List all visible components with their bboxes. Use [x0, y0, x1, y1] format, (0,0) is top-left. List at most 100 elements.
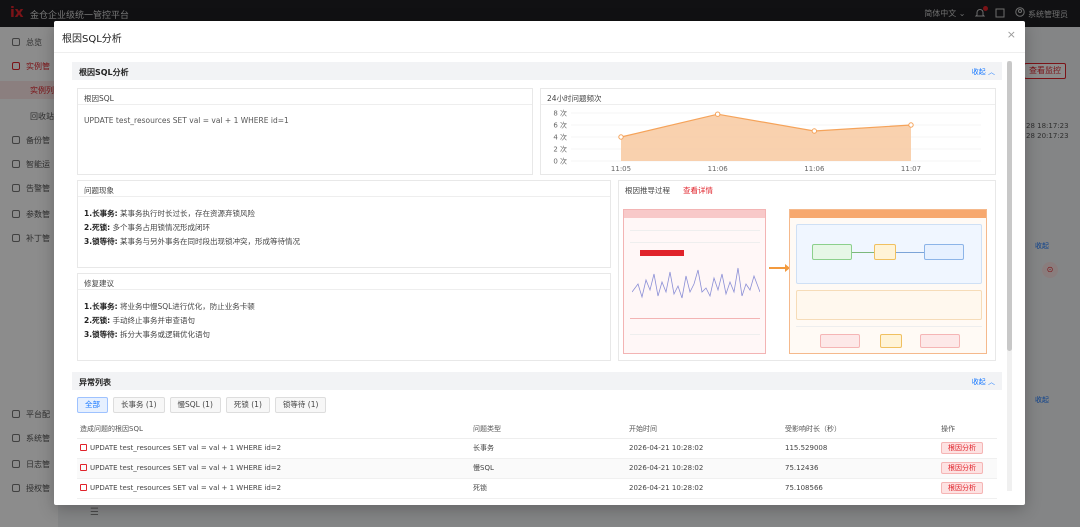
table-row: UPDATE test_resources SET val = val + 1 …: [77, 478, 997, 499]
duration-cell: 115.529008: [782, 438, 938, 459]
y-tick-label: 0 次: [553, 157, 567, 166]
section-title: 根因SQL分析: [79, 68, 129, 77]
start-time-cell: 2026-04-21 10:28:02: [626, 458, 782, 479]
list-item: 1.长事务: 某事务执行时长过长，存在资源弃锁风险: [84, 209, 255, 218]
panel-header: 问题现象: [78, 181, 610, 197]
tab-slow-sql[interactable]: 慢SQL (1): [169, 397, 221, 413]
section-title: 异常列表: [79, 378, 111, 387]
tab-long-transaction[interactable]: 长事务 (1): [113, 397, 165, 413]
derivation-diagram[interactable]: [623, 209, 993, 359]
anomaly-section: 异常列表 收起 ︿ 全部 长事务 (1) 慢SQL (1) 死锁 (1) 锁等待…: [72, 372, 1002, 505]
root-cause-section: 根因SQL分析 收起 ︿ 根因SQL UPDATE test_resources…: [72, 62, 1002, 362]
collapse-link[interactable]: 收起 ︿: [972, 377, 995, 387]
panel-title: 问题现象: [84, 186, 114, 195]
diagram-edge: [896, 252, 924, 253]
filter-tabs: 全部 长事务 (1) 慢SQL (1) 死锁 (1) 锁等待 (1): [77, 397, 327, 413]
action-cell: 根因分析: [938, 458, 997, 479]
column-header: 造成问题的根因SQL: [77, 421, 470, 439]
scrollbar-thumb[interactable]: [1007, 61, 1012, 351]
table-row: UPDATE test_resources SET val = val + 1 …: [77, 438, 997, 459]
tab-lock-wait[interactable]: 锁等待 (1): [274, 397, 327, 413]
diagram-line: [630, 334, 760, 335]
diagram-node: [924, 244, 964, 260]
panel-title: 24小时问题频次: [547, 94, 602, 103]
root-sql-panel: 根因SQL UPDATE test_resources SET val = va…: [77, 88, 533, 175]
diagram-red-tag: [640, 250, 684, 256]
y-tick-label: 4 次: [553, 133, 567, 142]
diagram-line: [630, 242, 760, 243]
copy-icon[interactable]: [80, 444, 87, 451]
action-cell: 根因分析: [938, 478, 997, 499]
view-details-link[interactable]: 查看详情: [683, 185, 713, 196]
chart-point: [618, 134, 624, 140]
tab-deadlock[interactable]: 死锁 (1): [225, 397, 270, 413]
diagram-arrow: [769, 264, 790, 272]
sql-cell: UPDATE test_resources SET val = val + 1 …: [77, 438, 470, 459]
chart-area: [621, 114, 911, 161]
collapse-link[interactable]: 收起 ︿: [972, 67, 995, 77]
panel-header: 根因SQL: [78, 89, 532, 105]
modal-header: 根因SQL分析 ×: [54, 21, 1025, 53]
start-time-cell: 2026-04-21 10:28:02: [626, 478, 782, 499]
diagram-box-header: [790, 210, 986, 218]
root-cause-analysis-button[interactable]: 根因分析: [941, 482, 983, 494]
phenomenon-list: 1.长事务: 某事务执行时长过长，存在资源弃锁风险 2.死锁: 多个事务占用锁情…: [84, 207, 300, 249]
x-tick-label: 11:06: [708, 165, 729, 173]
table-header-row: 造成问题的根因SQL 问题类型 开始时间 受影响时长（秒） 操作: [77, 421, 997, 439]
x-tick-label: 11:06: [804, 165, 825, 173]
y-tick-label: 8 次: [553, 109, 567, 118]
diagram-node: [812, 244, 852, 260]
diagram-info-area: [796, 290, 982, 320]
root-cause-analysis-button[interactable]: 根因分析: [941, 442, 983, 454]
x-tick-label: 11:07: [901, 165, 921, 173]
type-cell: 长事务: [470, 438, 626, 459]
table-row: UPDATE test_resources SET val = val + 1 …: [77, 458, 997, 479]
section-header: 根因SQL分析 收起 ︿: [72, 62, 1002, 80]
chart-point: [908, 122, 914, 128]
y-tick-label: 6 次: [553, 121, 567, 130]
list-item: 2.死锁: 多个事务占用锁情况形成闭环: [84, 223, 210, 232]
modal-title: 根因SQL分析: [62, 34, 122, 45]
panel-title: 根因推导过程: [625, 186, 670, 195]
frequency-panel: 24小时问题频次 0 次 2 次 4 次 6 次 8 次 11:05 11:06 11:06 1…: [540, 88, 996, 175]
column-header: 问题类型: [470, 421, 626, 439]
diagram-node: [880, 334, 902, 348]
duration-cell: 75.12436: [782, 458, 938, 479]
list-item: 3.锁等待: 拆分大事务或逻辑优化语句: [84, 330, 210, 339]
sql-text: UPDATE test_resources SET val = val + 1 …: [90, 444, 282, 452]
frequency-chart: 0 次 2 次 4 次 6 次 8 次 11:05 11:06 11:06 11:07: [553, 109, 981, 173]
diagram-line: [630, 230, 760, 231]
root-sql-text: UPDATE test_resources SET val = val + 1 …: [84, 116, 289, 125]
type-cell: 死锁: [470, 478, 626, 499]
phenomenon-panel: 问题现象 1.长事务: 某事务执行时长过长，存在资源弃锁风险 2.死锁: 多个事…: [77, 180, 611, 268]
close-icon[interactable]: ×: [1007, 28, 1016, 41]
anomaly-table: 造成问题的根因SQL 问题类型 开始时间 受影响时长（秒） 操作 UPDATE …: [77, 421, 997, 499]
list-item: 2.死锁: 手动终止事务并审查语句: [84, 316, 195, 325]
copy-icon[interactable]: [80, 484, 87, 491]
panel-header: 修复建议: [78, 274, 610, 290]
fix-suggestion-panel: 修复建议 1.长事务: 将业务中慢SQL进行优化，防止业务卡顿 2.死锁: 手动…: [77, 273, 611, 361]
tab-all[interactable]: 全部: [77, 397, 108, 413]
sql-cell: UPDATE test_resources SET val = val + 1 …: [77, 478, 470, 499]
diagram-box-header: [624, 210, 765, 218]
start-time-cell: 2026-04-21 10:28:02: [626, 438, 782, 459]
list-item: 3.锁等待: 某事务与另外事务在同时段出现锁冲突，形成等待情况: [84, 237, 300, 246]
sql-text: UPDATE test_resources SET val = val + 1 …: [90, 464, 282, 472]
diagram-stage-box: [623, 209, 766, 354]
diagram-node: [820, 334, 860, 348]
derivation-panel: 根因推导过程 查看详情: [618, 180, 996, 361]
section-header: 异常列表 收起 ︿: [72, 372, 1002, 390]
diagram-sparkline: [632, 267, 760, 299]
fix-list: 1.长事务: 将业务中慢SQL进行优化，防止业务卡顿 2.死锁: 手动终止事务并…: [84, 300, 255, 342]
diagram-stage-box: [789, 209, 987, 354]
chart-point: [811, 128, 818, 134]
diagram-line: [630, 318, 760, 319]
duration-cell: 75.108566: [782, 478, 938, 499]
panel-header: 根因推导过程 查看详情: [619, 181, 995, 197]
sql-text: UPDATE test_resources SET val = val + 1 …: [90, 484, 282, 492]
chart-point: [714, 111, 721, 117]
copy-icon[interactable]: [80, 464, 87, 471]
root-cause-analysis-button[interactable]: 根因分析: [941, 462, 983, 474]
modal-body: 根因SQL分析 收起 ︿ 根因SQL UPDATE test_resources…: [54, 53, 1025, 505]
diagram-edge: [852, 252, 874, 253]
